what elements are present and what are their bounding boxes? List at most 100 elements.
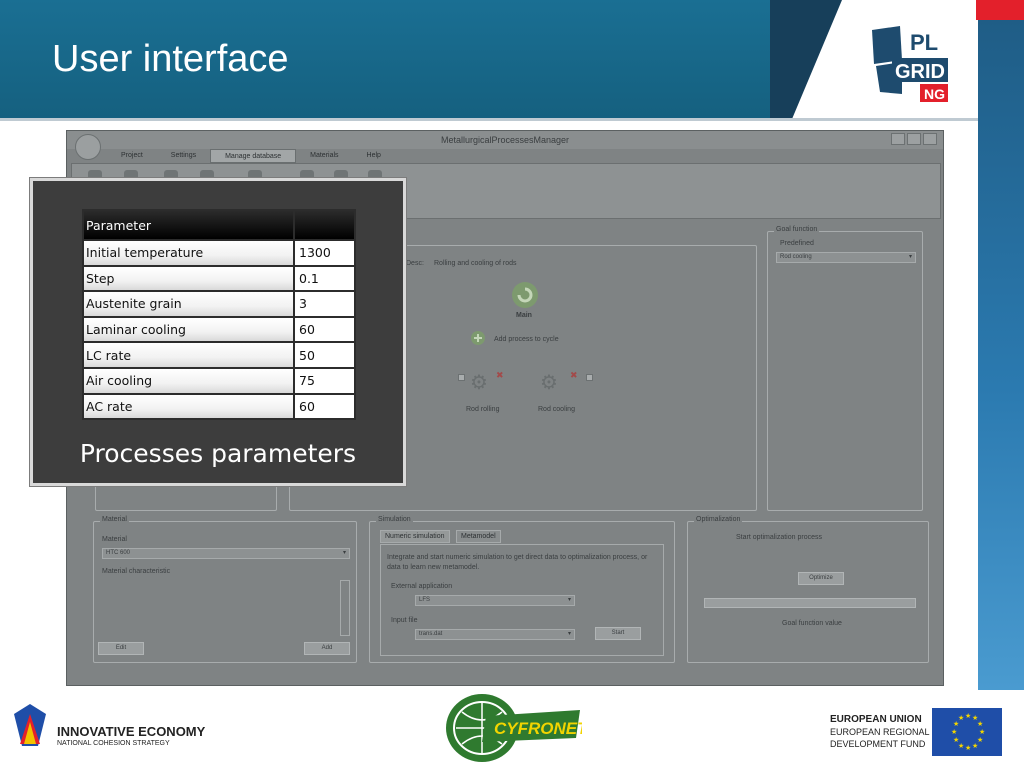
optimize-button[interactable]: Optimize — [798, 572, 844, 585]
menu-manage-database[interactable]: Manage database — [210, 149, 297, 163]
goal-function-panel: Goal function Predefined Rod cooling — [767, 226, 923, 511]
logo-ng-text: NG — [924, 86, 945, 102]
menu-materials[interactable]: Materials — [296, 149, 352, 163]
process-desc-label: Desc: — [406, 260, 424, 267]
eu-line-2: EUROPEAN REGIONAL — [830, 727, 930, 737]
predefined-select[interactable]: Rod cooling — [776, 252, 916, 263]
external-app-select[interactable]: LFS — [415, 595, 575, 606]
svg-text:★: ★ — [951, 728, 957, 736]
add-process-icon[interactable] — [470, 330, 486, 346]
svg-text:★: ★ — [979, 728, 985, 736]
param-name: LC rate — [82, 341, 295, 369]
slide-title: User interface — [52, 38, 289, 80]
table-row: Laminar cooling 60 — [82, 315, 356, 344]
right-decor-strip — [978, 20, 1024, 690]
param-name: AC rate — [82, 392, 295, 421]
app-title-bar: MetallurgicalProcessesManager — [67, 131, 943, 149]
material-characteristic-label: Material characteristic — [102, 568, 171, 575]
innovative-economy-subtitle: NATIONAL COHESION STRATEGY — [57, 740, 170, 747]
add-process-label[interactable]: Add process to cycle — [494, 336, 559, 343]
process-parameters-panel: Parameter Initial temperature 1300 Step … — [30, 178, 406, 486]
rod-cooling-checkbox[interactable] — [586, 374, 593, 381]
table-row: LC rate 50 — [82, 341, 356, 369]
svg-text:★: ★ — [953, 736, 959, 744]
parameter-column-header: Parameter — [82, 209, 295, 241]
input-file-select[interactable]: trans.dat — [415, 629, 575, 640]
menu-project[interactable]: Project — [107, 149, 157, 163]
svg-text:★: ★ — [958, 714, 964, 722]
optimization-progress-bar — [704, 598, 916, 608]
simulation-description: Integrate and start numeric simulation t… — [387, 554, 648, 571]
param-name: Austenite grain — [82, 290, 295, 318]
logo-pl-text: PL — [910, 30, 938, 55]
red-corner-accent — [976, 0, 1024, 20]
external-app-label: External application — [391, 583, 453, 590]
table-row: Air cooling 75 — [82, 366, 356, 395]
goal-function-legend: Goal function — [774, 226, 820, 233]
input-file-label: Input file — [391, 617, 418, 624]
predefined-label: Predefined — [780, 240, 814, 247]
material-edit-button[interactable]: Edit — [98, 642, 144, 655]
main-node-icon[interactable] — [510, 280, 540, 310]
menu-help[interactable]: Help — [353, 149, 395, 163]
slide-header: User interface PL GRID NG — [0, 0, 1024, 121]
optimization-panel: Optimalization Start optimalization proc… — [687, 516, 929, 663]
simulation-tab-content: Integrate and start numeric simulation t… — [380, 544, 664, 656]
optimization-legend: Optimalization — [694, 516, 743, 523]
processes-parameters-caption: Processes parameters — [79, 439, 357, 468]
param-name: Initial temperature — [82, 239, 295, 267]
param-value-input[interactable]: 3 — [293, 290, 356, 318]
rod-rolling-remove-icon[interactable]: ✖ — [496, 370, 504, 381]
param-value-input[interactable]: 60 — [293, 392, 356, 421]
slide-footer: INNOVATIVE ECONOMY NATIONAL COHESION STR… — [0, 690, 1024, 768]
innovative-economy-logo — [14, 704, 46, 746]
material-label: Material — [102, 536, 127, 543]
close-button[interactable] — [923, 133, 937, 145]
start-optimization-label: Start optimalization process — [736, 534, 822, 541]
svg-text:★: ★ — [965, 744, 971, 752]
main-node-label: Main — [516, 312, 532, 319]
maximize-button[interactable] — [907, 133, 921, 145]
param-value-input[interactable]: 75 — [293, 366, 356, 395]
material-legend: Material — [100, 516, 129, 523]
menu-bar: Project Settings Manage database Materia… — [107, 149, 395, 163]
tab-numeric-simulation[interactable]: Numeric simulation — [380, 530, 450, 543]
header-band-dark — [770, 0, 842, 120]
param-value-input[interactable]: 0.1 — [293, 264, 356, 293]
rod-cooling-remove-icon[interactable]: ✖ — [570, 370, 578, 381]
param-name: Air cooling — [82, 366, 295, 395]
svg-text:★: ★ — [972, 742, 978, 750]
innovative-economy-title: INNOVATIVE ECONOMY — [57, 724, 206, 739]
tab-metamodel[interactable]: Metamodel — [456, 530, 501, 543]
material-select[interactable]: HTC 600 — [102, 548, 350, 559]
app-orb-button[interactable] — [75, 134, 101, 160]
param-value-input[interactable]: 1300 — [293, 239, 356, 267]
eu-line-3: DEVELOPMENT FUND — [830, 739, 926, 749]
value-column-header — [293, 209, 356, 241]
param-value-input[interactable]: 60 — [293, 315, 356, 344]
rod-cooling-label: Rod cooling — [538, 406, 575, 413]
rod-rolling-gear-icon[interactable]: ⚙ — [470, 370, 488, 395]
parameters-table: Parameter Initial temperature 1300 Step … — [82, 209, 356, 421]
rod-rolling-label: Rod rolling — [466, 406, 500, 413]
process-desc-value: Rolling and cooling of rods — [434, 260, 517, 267]
simulation-legend: Simulation — [376, 516, 413, 523]
param-value-input[interactable]: 50 — [293, 341, 356, 369]
minimize-button[interactable] — [891, 133, 905, 145]
rod-rolling-checkbox[interactable] — [458, 374, 465, 381]
svg-text:★: ★ — [965, 712, 971, 720]
svg-text:★: ★ — [977, 720, 983, 728]
material-scrollbar[interactable] — [340, 580, 350, 636]
goal-function-value-label: Goal function value — [782, 620, 842, 627]
material-add-button[interactable]: Add — [304, 642, 350, 655]
table-row: Step 0.1 — [82, 264, 356, 293]
param-name: Laminar cooling — [82, 315, 295, 344]
material-panel: Material Material HTC 600 Material chara… — [93, 516, 357, 663]
header-divider — [0, 118, 1024, 121]
menu-settings[interactable]: Settings — [157, 149, 210, 163]
eu-flag-icon: ★ ★★ ★★★ ★★★ ★★★ — [932, 708, 1002, 756]
table-row: Austenite grain 3 — [82, 290, 356, 318]
logo-grid-text: GRID — [895, 61, 945, 83]
start-button[interactable]: Start — [595, 627, 641, 640]
rod-cooling-gear-icon[interactable]: ⚙ — [540, 370, 558, 395]
